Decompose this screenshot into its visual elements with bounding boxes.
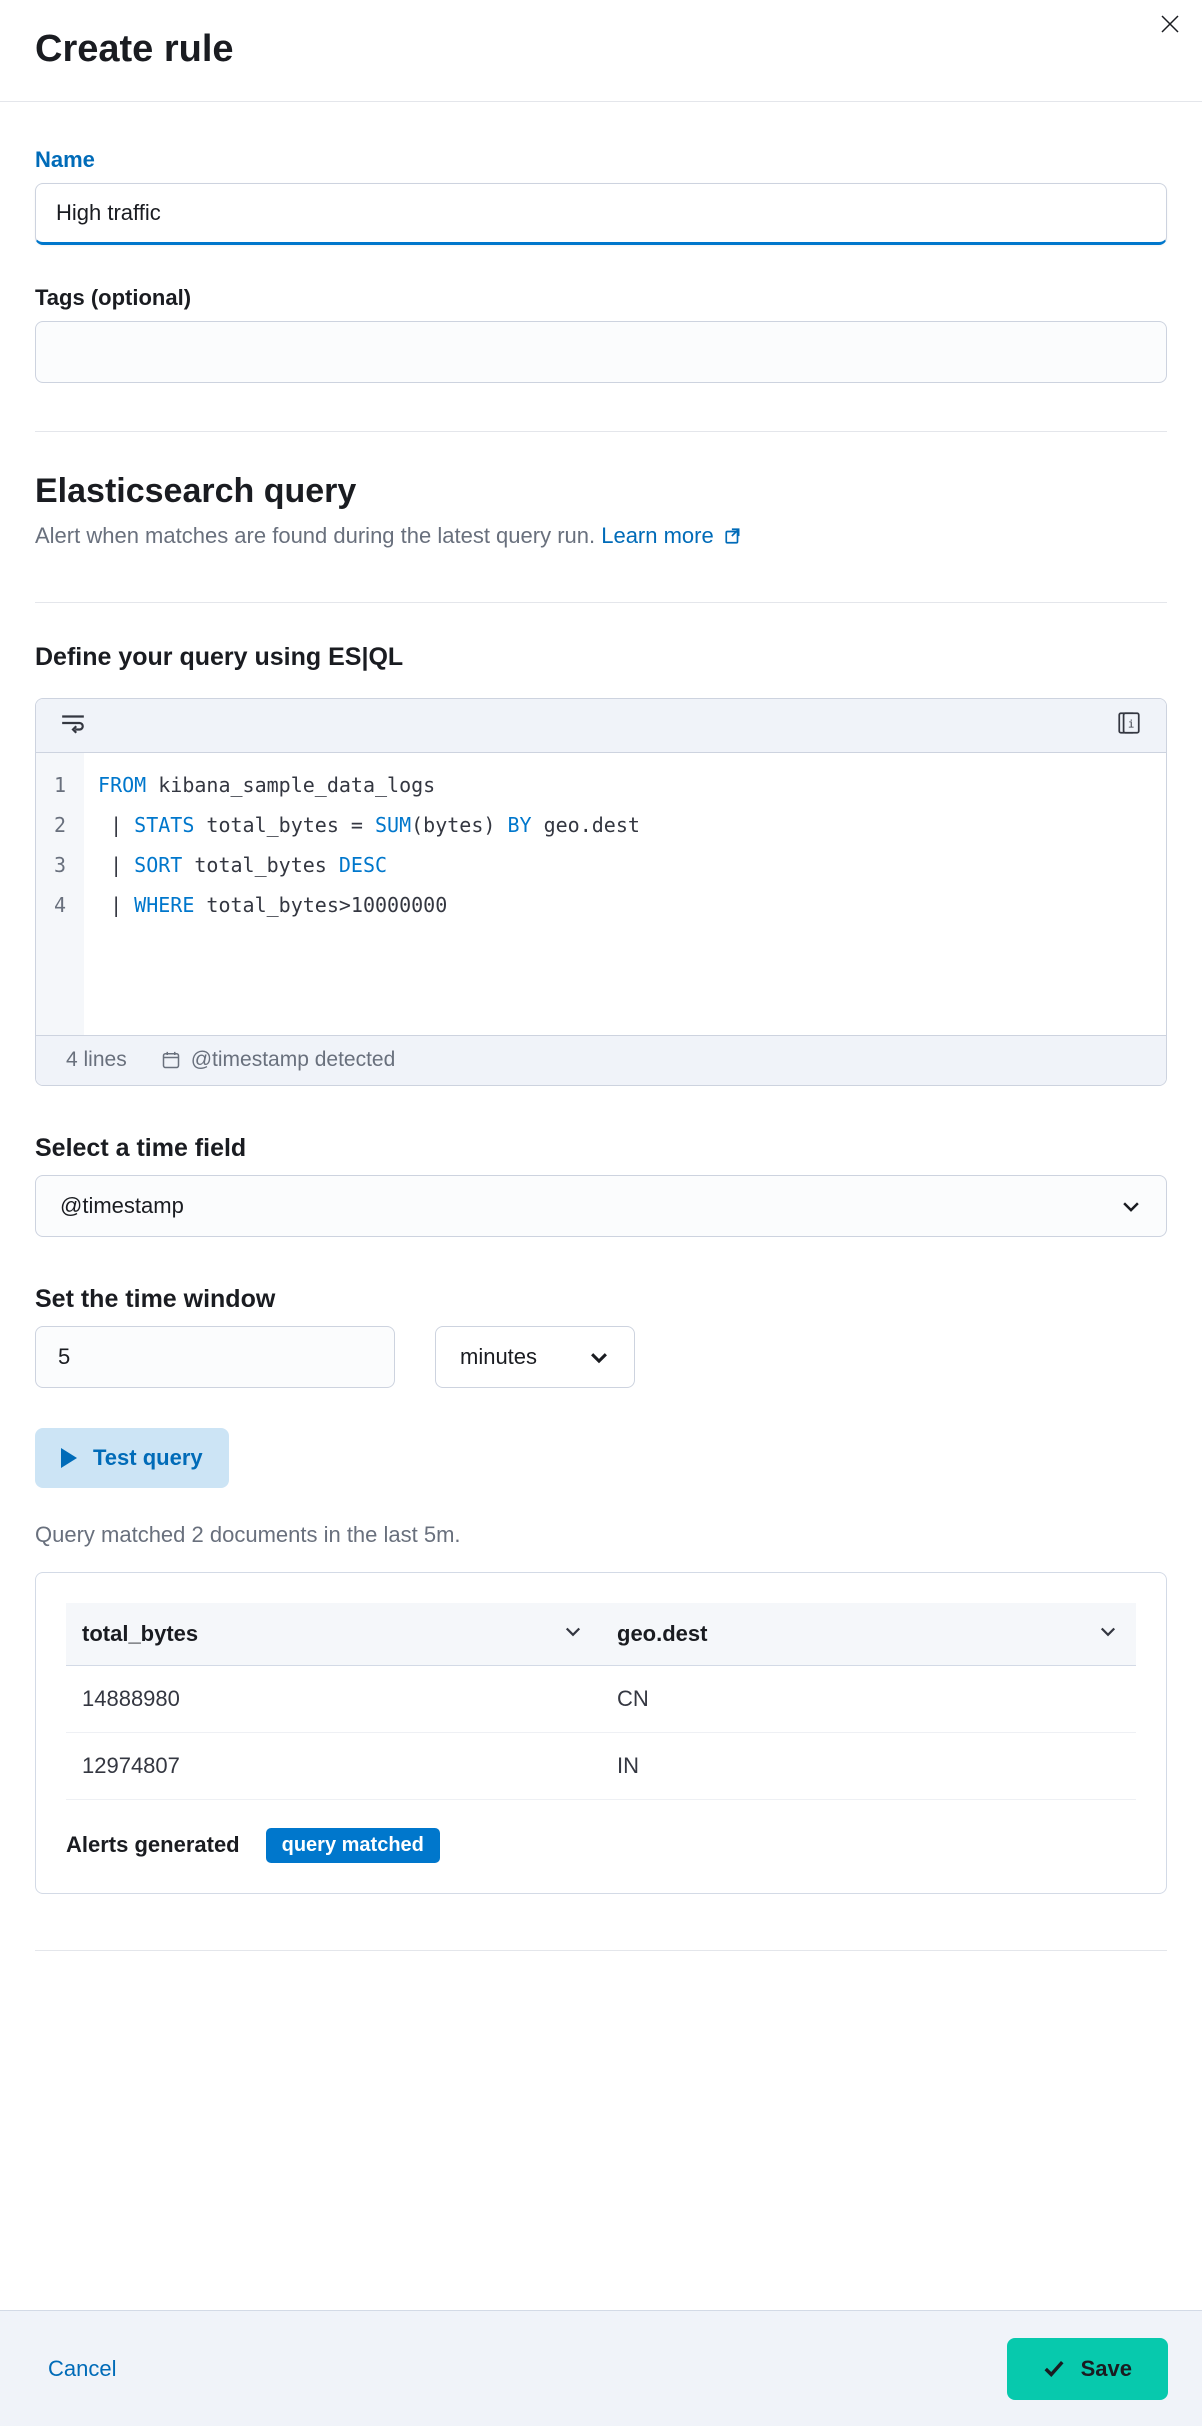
- esql-editor: i 1 2 3 4 FROM kibana_sample_data_logs |…: [35, 698, 1167, 1086]
- alerts-row: Alerts generated query matched: [66, 1828, 1136, 1863]
- alerts-badge: query matched: [266, 1828, 440, 1863]
- results-panel: total_bytes geo.dest 14888980: [35, 1572, 1167, 1894]
- results-table: total_bytes geo.dest 14888980: [66, 1603, 1136, 1800]
- divider: [35, 1950, 1167, 1951]
- content: Name Tags (optional) Elasticsearch query…: [0, 102, 1202, 1951]
- name-label: Name: [35, 147, 1167, 173]
- code-txt: total_bytes: [182, 853, 339, 877]
- learn-more-text: Learn more: [601, 523, 714, 548]
- editor-footer: 4 lines @timestamp detected: [36, 1035, 1166, 1085]
- col-geo-dest[interactable]: geo.dest: [601, 1603, 1136, 1666]
- chevron-down-icon: [1120, 1195, 1142, 1217]
- test-query-button[interactable]: Test query: [35, 1428, 229, 1488]
- code-kw: DESC: [339, 853, 387, 877]
- close-icon: [1158, 12, 1182, 36]
- page-title: Create rule: [35, 28, 1167, 71]
- time-field-select[interactable]: @timestamp: [35, 1175, 1167, 1237]
- code-txt: kibana_sample_data_logs: [146, 773, 435, 797]
- editor-body[interactable]: 1 2 3 4 FROM kibana_sample_data_logs | S…: [36, 753, 1166, 1035]
- word-wrap-icon[interactable]: [60, 712, 86, 739]
- ln-1: 1: [54, 765, 66, 805]
- external-link-icon: [724, 521, 742, 554]
- section-title-query: Elasticsearch query: [35, 472, 1167, 511]
- cell-geo-dest: IN: [601, 1732, 1136, 1799]
- time-window-unit: minutes: [460, 1344, 537, 1370]
- divider: [35, 431, 1167, 432]
- define-query-heading: Define your query using ES|QL: [35, 643, 1167, 672]
- learn-more-link[interactable]: Learn more: [601, 523, 742, 548]
- time-window-row: 5 minutes: [35, 1326, 1167, 1388]
- ln-4: 4: [54, 885, 66, 925]
- test-query-label: Test query: [93, 1445, 203, 1471]
- table-row: 12974807 IN: [66, 1732, 1136, 1799]
- time-window-value: 5: [58, 1344, 70, 1370]
- table-header-row: total_bytes geo.dest: [66, 1603, 1136, 1666]
- check-icon: [1043, 2358, 1065, 2380]
- close-button[interactable]: [1156, 10, 1184, 38]
- code-fn: SUM: [375, 813, 411, 837]
- code-txt: total_bytes =: [194, 813, 375, 837]
- col-label: total_bytes: [82, 1621, 198, 1646]
- time-window-unit-select[interactable]: minutes: [435, 1326, 635, 1388]
- cell-total-bytes: 12974807: [66, 1732, 601, 1799]
- time-field-heading: Select a time field: [35, 1134, 1167, 1163]
- header: Create rule: [0, 0, 1202, 102]
- alerts-label: Alerts generated: [66, 1832, 240, 1858]
- code-kw: WHERE: [134, 893, 194, 917]
- time-window-value-input[interactable]: 5: [35, 1326, 395, 1388]
- chevron-down-icon: [588, 1346, 610, 1368]
- chevron-down-icon[interactable]: [563, 1621, 583, 1647]
- query-result-text: Query matched 2 documents in the last 5m…: [35, 1522, 1167, 1548]
- col-total-bytes[interactable]: total_bytes: [66, 1603, 601, 1666]
- line-numbers: 1 2 3 4: [36, 753, 84, 1035]
- tags-input[interactable]: [35, 321, 1167, 383]
- svg-text:i: i: [1128, 717, 1135, 730]
- section-subtitle: Alert when matches are found during the …: [35, 519, 1167, 554]
- time-field-value: @timestamp: [60, 1193, 184, 1219]
- name-input[interactable]: [35, 183, 1167, 245]
- code-kw: SORT: [134, 853, 182, 877]
- cell-total-bytes: 14888980: [66, 1665, 601, 1732]
- code-kw: BY: [507, 813, 531, 837]
- ln-3: 3: [54, 845, 66, 885]
- keyboard-shortcut-icon[interactable]: i: [1116, 710, 1142, 741]
- tags-label: Tags (optional): [35, 285, 1167, 311]
- timestamp-text: @timestamp detected: [191, 1048, 396, 1072]
- cancel-button[interactable]: Cancel: [48, 2356, 116, 2382]
- code-txt: geo.dest: [532, 813, 640, 837]
- code-txt: |: [98, 853, 134, 877]
- calendar-icon: [161, 1050, 181, 1070]
- ln-2: 2: [54, 805, 66, 845]
- code-lines[interactable]: FROM kibana_sample_data_logs | STATS tot…: [84, 753, 1166, 1035]
- lines-count: 4 lines: [66, 1048, 127, 1072]
- code-txt: (bytes): [411, 813, 507, 837]
- save-button[interactable]: Save: [1007, 2338, 1168, 2400]
- subtitle-text: Alert when matches are found during the …: [35, 523, 601, 548]
- save-label: Save: [1081, 2356, 1132, 2382]
- timestamp-detected: @timestamp detected: [161, 1048, 396, 1072]
- footer: Cancel Save: [0, 2310, 1202, 2426]
- time-window-heading: Set the time window: [35, 1285, 1167, 1314]
- col-label: geo.dest: [617, 1621, 707, 1646]
- code-txt: total_bytes>10000000: [194, 893, 447, 917]
- code-kw: STATS: [134, 813, 194, 837]
- editor-toolbar: i: [36, 699, 1166, 753]
- code-txt: |: [98, 813, 134, 837]
- cell-geo-dest: CN: [601, 1665, 1136, 1732]
- divider: [35, 602, 1167, 603]
- chevron-down-icon[interactable]: [1098, 1621, 1118, 1647]
- code-kw: FROM: [98, 773, 146, 797]
- table-row: 14888980 CN: [66, 1665, 1136, 1732]
- play-icon: [61, 1448, 77, 1468]
- code-txt: |: [98, 893, 134, 917]
